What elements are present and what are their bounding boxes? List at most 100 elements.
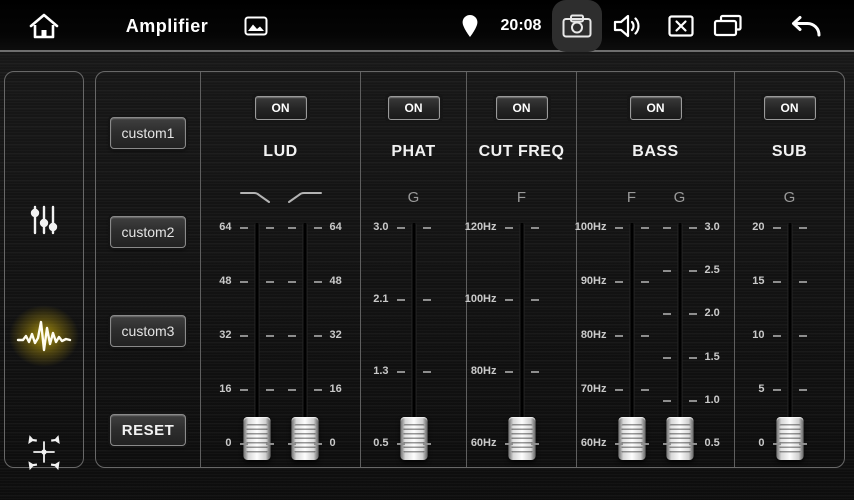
tick-dash — [663, 400, 671, 402]
tick-dash — [531, 443, 539, 445]
channel-on-button[interactable]: ON — [388, 96, 440, 120]
preset-column: custom1 custom2 custom3 RESET — [96, 72, 200, 467]
home-button[interactable] — [24, 0, 64, 52]
tick-dash — [641, 281, 649, 283]
tick-dash — [689, 313, 697, 315]
recent-apps-icon — [713, 14, 743, 38]
slider-thumb[interactable] — [243, 417, 270, 460]
slider-thumb[interactable] — [618, 417, 645, 460]
tick-dash — [663, 227, 671, 229]
slider-tick: 48 — [285, 281, 325, 283]
tick-dash — [505, 299, 513, 301]
slider-tick: 3.0 — [660, 227, 700, 229]
tick-dash — [266, 389, 274, 391]
slider-thumb-ridges — [294, 424, 315, 453]
tick-dash — [641, 389, 649, 391]
preset-custom1-button[interactable]: custom1 — [110, 117, 186, 149]
gallery-button[interactable] — [240, 0, 272, 52]
slider-param-label: G — [770, 189, 810, 206]
nav-speaker-balance[interactable] — [5, 420, 83, 484]
screenshot-button[interactable] — [552, 0, 602, 52]
tick-dash — [266, 443, 274, 445]
channel-on-button[interactable]: ON — [630, 96, 682, 120]
tick-dash — [799, 443, 807, 445]
tick-label: 90Hz — [561, 275, 607, 287]
tick-dash — [531, 227, 539, 229]
close-app-button[interactable] — [664, 0, 698, 52]
preset-custom3-button[interactable]: custom3 — [110, 315, 186, 347]
channel-title: PHAT — [391, 143, 435, 161]
amplifier-panel: custom1 custom2 custom3 RESET ON LUD 644… — [95, 71, 845, 468]
top-status-bar: Amplifier 20:08 — [0, 0, 854, 52]
high-shelf-curve-icon — [287, 189, 323, 205]
channel-sublabels — [201, 185, 360, 209]
tick-label: 60Hz — [561, 437, 607, 449]
camera-icon — [562, 14, 592, 38]
tick-dash — [423, 371, 431, 373]
channel-on-button[interactable]: ON — [496, 96, 548, 120]
tick-dash — [663, 313, 671, 315]
close-icon — [668, 15, 694, 37]
nav-equalizer[interactable] — [5, 188, 83, 252]
slider-tick: 1.0 — [660, 400, 700, 402]
tick-dash — [314, 335, 322, 337]
slider-thumb-ridges — [779, 424, 800, 453]
slider-thumb[interactable] — [291, 417, 318, 460]
back-icon — [785, 13, 823, 39]
tick-label: 70Hz — [561, 383, 607, 395]
tick-label: 60Hz — [451, 437, 497, 449]
tick-dash — [773, 389, 781, 391]
slider-tick: 2.0 — [660, 313, 700, 315]
slider-tick: 80Hz — [612, 335, 652, 337]
slider-tick: 70Hz — [612, 389, 652, 391]
slider-tick: 90Hz — [612, 281, 652, 283]
tick-dash — [240, 389, 248, 391]
recent-apps-button[interactable] — [708, 0, 748, 52]
back-button[interactable] — [782, 0, 826, 52]
tick-label: 100Hz — [561, 221, 607, 233]
slider: 644832160 — [285, 222, 325, 462]
slider-tick: 16 — [285, 389, 325, 391]
tick-dash — [397, 443, 405, 445]
slider-tick: 80Hz — [502, 371, 542, 373]
tick-dash — [689, 400, 697, 402]
slider: 100Hz90Hz80Hz70Hz60Hz — [612, 222, 652, 462]
channel-sublabels: G — [735, 185, 844, 209]
tick-dash — [505, 227, 513, 229]
tick-dash — [288, 389, 296, 391]
channel-column-phat: ON PHAT G 3.02.11.30.5 — [360, 72, 466, 467]
tick-dash — [799, 227, 807, 229]
slider-tick: 5 — [770, 389, 810, 391]
tick-label: 0 — [719, 437, 765, 449]
preset-custom2-button[interactable]: custom2 — [110, 216, 186, 248]
channel-on-button[interactable]: ON — [255, 96, 307, 120]
tick-dash — [615, 227, 623, 229]
tick-label: 3.0 — [343, 221, 389, 233]
tick-label: 80Hz — [451, 365, 497, 377]
slider-param-label: F — [502, 189, 542, 206]
nav-sound-effects-active[interactable] — [5, 304, 83, 368]
tick-dash — [423, 227, 431, 229]
tick-dash — [505, 443, 513, 445]
tick-label: 0 — [186, 437, 232, 449]
slider-thumb[interactable] — [666, 417, 693, 460]
channel-sliders: 20151050 — [735, 222, 844, 462]
home-icon — [28, 12, 60, 40]
tick-dash — [689, 270, 697, 272]
slider-thumb[interactable] — [776, 417, 803, 460]
slider-thumb[interactable] — [400, 417, 427, 460]
slider-thumb[interactable] — [508, 417, 535, 460]
reset-button[interactable]: RESET — [110, 414, 186, 446]
tick-label: 100Hz — [451, 293, 497, 305]
volume-button[interactable] — [610, 0, 646, 52]
channel-sliders: 3.02.11.30.5 — [361, 222, 466, 462]
channel-on-button[interactable]: ON — [764, 96, 816, 120]
tick-dash — [615, 281, 623, 283]
channel-sublabels: F — [467, 185, 576, 209]
slider-tick: 120Hz — [502, 227, 542, 229]
tick-dash — [641, 227, 649, 229]
slider-tick: 20 — [770, 227, 810, 229]
slider-tick: 60Hz — [612, 443, 652, 445]
tick-label: 64 — [186, 221, 232, 233]
slider-tick: 1.3 — [394, 371, 434, 373]
